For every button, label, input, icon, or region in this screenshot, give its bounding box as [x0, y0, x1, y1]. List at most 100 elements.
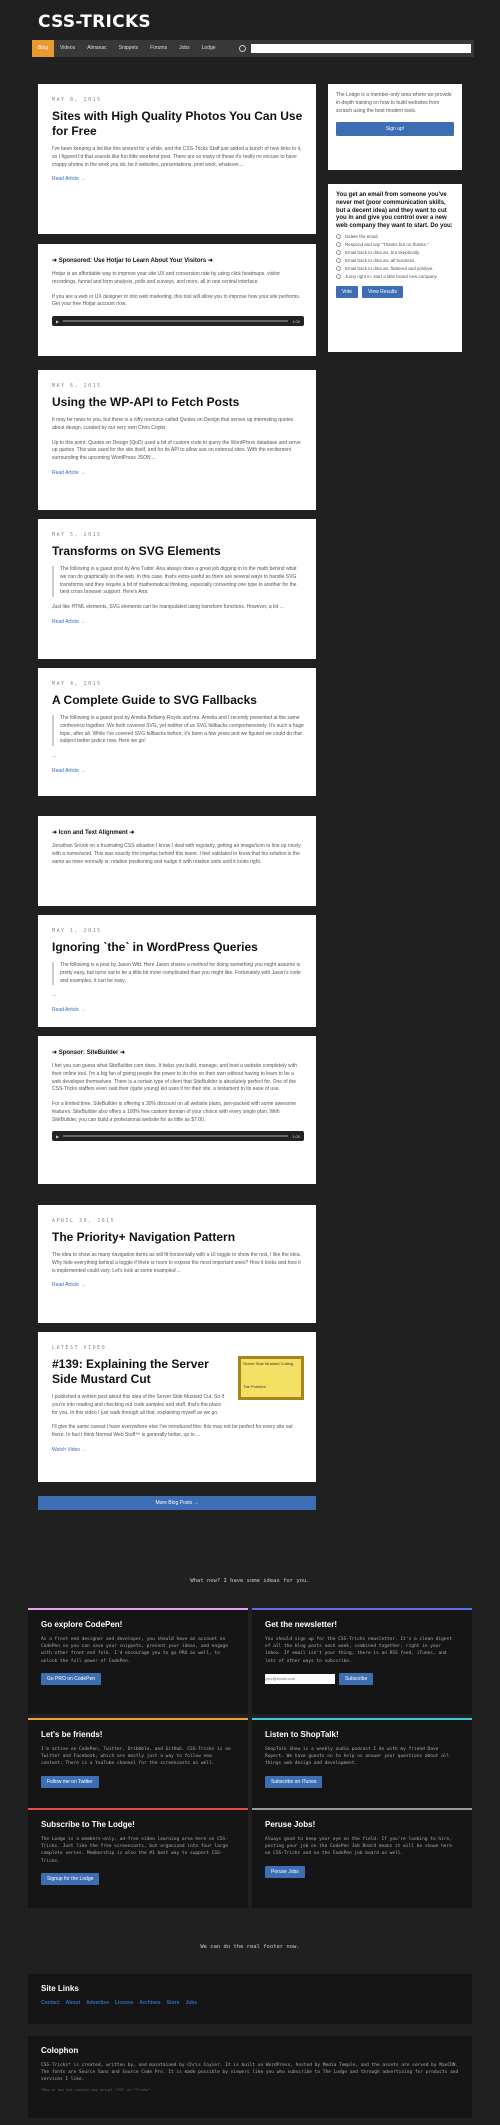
colophon: Colophon CSS-Tricks* is created, written…: [28, 2036, 472, 2118]
link-text: Jonathan Snook on a frustrating CSS situ…: [52, 843, 301, 865]
post-excerpt-2: Just like HTML elements, SVG elements ca…: [52, 604, 284, 610]
post-title[interactable]: Using the WP-API to Fetch Posts: [52, 395, 304, 410]
footer-link-advertise[interactable]: Advertise: [86, 2000, 109, 2006]
read-more-link[interactable]: Read Article →: [52, 470, 304, 476]
link-title[interactable]: ➜ Icon and Text Alignment ➜: [52, 829, 304, 836]
radio-icon[interactable]: [336, 257, 341, 263]
radio-icon[interactable]: [336, 249, 341, 255]
lodge-box: Subscribe to The Lodge! The Lodge is a m…: [28, 1808, 248, 1908]
footer-link-jobs[interactable]: Jobs: [185, 2000, 197, 2006]
post-excerpt: It may be news to you, but there is a ni…: [52, 417, 294, 431]
newsletter-box: Get the newsletter! You should sign up f…: [252, 1608, 472, 1714]
lodge-signup-button[interactable]: Signup for the Lodge: [41, 1872, 100, 1885]
follow-twitter-button[interactable]: Follow me on Twitter: [41, 1775, 99, 1788]
read-more-link[interactable]: Read Article →: [52, 176, 304, 182]
sponsor-card: ➜ Sponsor: SiteBuilder ➜ I bet you can g…: [38, 1036, 316, 1184]
post-card: MAY 4, 2015 A Complete Guide to SVG Fall…: [38, 668, 316, 796]
radio-icon[interactable]: [336, 241, 341, 247]
audio-player[interactable]: ▶ 1:00: [52, 316, 304, 326]
post-title[interactable]: The Priority+ Navigation Pattern: [52, 1230, 304, 1245]
sponsor-title[interactable]: ➜ Sponsored: Use Hotjar to Learn About Y…: [52, 257, 304, 264]
poll-option[interactable]: Email back to discuss, all business.: [336, 257, 454, 263]
post-excerpt-2: ...: [52, 753, 57, 759]
poll-option-label: Jump right in, start a little brand new …: [345, 273, 438, 279]
radio-icon[interactable]: [336, 233, 341, 239]
read-more-link[interactable]: Read Article →: [52, 1007, 304, 1013]
post-card: MAY 6, 2015 Using the WP-API to Fetch Po…: [38, 370, 316, 510]
audio-progress[interactable]: [63, 320, 289, 322]
radio-icon[interactable]: [336, 273, 341, 279]
radio-icon[interactable]: [336, 265, 341, 271]
post-card: APRIL 30, 2015 The Priority+ Navigation …: [38, 1205, 316, 1323]
post-card: MAY 5, 2015 Transforms on SVG Elements T…: [38, 519, 316, 659]
poll-option[interactable]: Respond and say "Thanks but no thanks.": [336, 241, 454, 247]
post-title[interactable]: A Complete Guide to SVG Fallbacks: [52, 693, 304, 708]
subscribe-button[interactable]: Subscribe: [339, 1672, 374, 1685]
poll-option-label: Email back to discuss, but skeptically.: [345, 249, 420, 255]
vote-button[interactable]: Vote: [336, 285, 359, 298]
view-results-button[interactable]: View Results: [362, 285, 403, 298]
play-icon[interactable]: ▶: [56, 1134, 59, 1139]
poll-option[interactable]: Delete the email.: [336, 233, 454, 239]
sponsor-text: I bet you can guess what SiteBuilder.com…: [52, 1063, 297, 1093]
post-title[interactable]: Ignoring `the` in WordPress Queries: [52, 940, 304, 955]
footer-link-about[interactable]: About: [66, 2000, 80, 2006]
footer-link-contact[interactable]: Contact: [41, 2000, 60, 2006]
jobs-box: Peruse Jobs! Always good to keep your ey…: [252, 1808, 472, 1908]
box-title: Peruse Jobs!: [265, 1820, 316, 1829]
footer-link-archives[interactable]: Archives: [140, 2000, 161, 2006]
post-title[interactable]: Sites with High Quality Photos You Can U…: [52, 109, 304, 139]
box-title: Get the newsletter!: [265, 1620, 338, 1629]
read-more-link[interactable]: Read Article →: [52, 1282, 304, 1288]
post-card: MAY 8, 2015 Sites with High Quality Phot…: [38, 84, 316, 234]
post-excerpt-2: ...: [52, 992, 57, 999]
post-date: MAY 8, 2015: [52, 97, 102, 103]
logo[interactable]: CSS-TRICKS: [38, 14, 500, 31]
signup-button[interactable]: Sign up!: [336, 122, 454, 137]
box-text: I'm active on CodePen, Twitter, Dribbble…: [41, 1747, 231, 1767]
footer-link-store[interactable]: Store: [167, 2000, 180, 2006]
poll-option[interactable]: Jump right in, start a little brand new …: [336, 273, 454, 279]
sponsor-title[interactable]: ➜ Sponsor: SiteBuilder ➜: [52, 1049, 304, 1056]
footer-link-license[interactable]: License: [115, 2000, 134, 2006]
poll-option[interactable]: Email back to discuss, but skeptically.: [336, 249, 454, 255]
post-title[interactable]: Transforms on SVG Elements: [52, 544, 304, 559]
peruse-jobs-button[interactable]: Peruse Jobs: [265, 1865, 305, 1878]
post-excerpt: The following is a guest post by Ana Tud…: [52, 566, 304, 597]
post-date: MAY 4, 2015: [52, 681, 102, 687]
box-text: The Lodge is a members-only, ad-free vid…: [41, 1837, 228, 1864]
link-card: ➜ Icon and Text Alignment ➜ Jonathan Sno…: [38, 816, 316, 906]
email-field[interactable]: [265, 1673, 335, 1684]
video-card: LATEST VIDEO #139: Explaining the Server…: [38, 1332, 316, 1482]
itunes-button[interactable]: Subscribe on iTunes: [265, 1775, 323, 1788]
more-posts-button[interactable]: More Blog Posts →: [38, 1496, 316, 1510]
watch-video-link[interactable]: Watch Video →: [52, 1447, 304, 1453]
play-icon[interactable]: ▶: [56, 319, 59, 324]
poll-widget: You get an email from someone you've nev…: [328, 184, 462, 352]
post-excerpt: I've been keeping a list like this aroun…: [52, 146, 302, 168]
colophon-small: *May or may not contain any actual "CSS"…: [41, 2087, 153, 2092]
post-excerpt: The following is a guest post by Amelia …: [52, 715, 304, 746]
box-title: Let's be friends!: [41, 1730, 103, 1739]
audio-progress[interactable]: [63, 1135, 289, 1138]
post-date: MAY 6, 2015: [52, 383, 102, 389]
audio-time: 1:00: [292, 1133, 300, 1139]
post-date: MAY 5, 2015: [52, 532, 102, 538]
audio-time: 1:00: [292, 318, 300, 324]
read-more-link[interactable]: Read Article →: [52, 768, 304, 774]
audio-player[interactable]: ▶ 1:00: [52, 1131, 304, 1142]
video-thumbnail[interactable]: Server Side Mustard Cutting The Problem: [238, 1356, 304, 1400]
site-links: Site Links Contact About Advertise Licen…: [28, 1974, 472, 2024]
box-text: You should sign up for the CSS-Tricks ne…: [265, 1637, 452, 1664]
read-more-link[interactable]: Read Article →: [52, 619, 304, 625]
poll-option[interactable]: Email back to discuss, flattered and pos…: [336, 265, 454, 271]
codepen-box: Go explore CodePen! As a front end desig…: [28, 1608, 248, 1714]
video-title[interactable]: #139: Explaining the Server Side Mustard…: [52, 1357, 227, 1387]
colophon-text: CSS-Tricks* is created, written by, and …: [41, 2063, 459, 2083]
lodge-widget: The Lodge is a member-only area where we…: [328, 84, 462, 170]
video-text: I published a written post about this id…: [52, 1394, 225, 1416]
colophon-title: Colophon: [41, 2046, 79, 2055]
poll-option-label: Delete the email.: [345, 233, 379, 239]
sponsor-text-2: For a limited time, SiteBuilder is offer…: [52, 1101, 297, 1123]
codepen-pro-button[interactable]: Go PRO on CodePen: [41, 1672, 102, 1685]
